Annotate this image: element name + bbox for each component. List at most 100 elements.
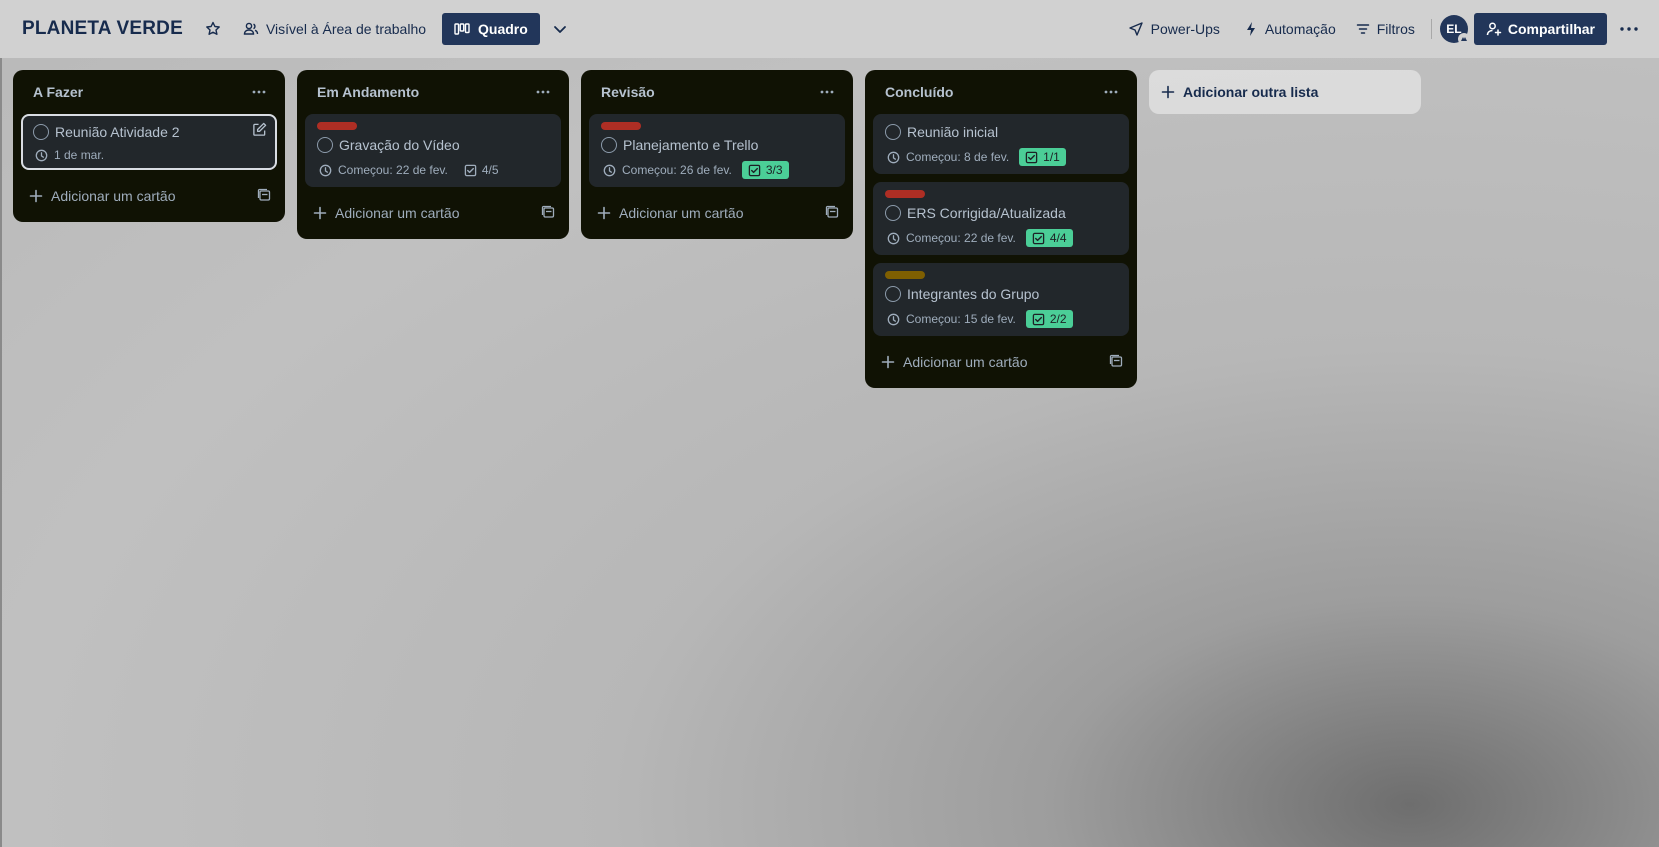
add-card-button[interactable]: Adicionar um cartão [873, 344, 1129, 380]
card-title-row: Gravação do Vídeo [317, 135, 549, 155]
list-menu-button[interactable] [245, 78, 273, 106]
list-menu-button[interactable] [1097, 78, 1125, 106]
list-title[interactable]: Em Andamento [317, 84, 419, 100]
card-badges: Começou: 15 de fev. 2/2 [885, 310, 1117, 328]
plus-icon [881, 355, 895, 369]
plus-icon [29, 189, 43, 203]
template-icon [825, 205, 839, 218]
header-divider [1430, 19, 1432, 39]
complete-toggle[interactable] [885, 286, 901, 302]
card-label[interactable] [601, 122, 641, 130]
edit-card-button[interactable] [252, 122, 267, 142]
card-label[interactable] [885, 190, 925, 198]
date-text: 1 de mar. [54, 148, 105, 162]
checklist-icon [464, 164, 477, 176]
checklist-text: 2/2 [1049, 312, 1067, 326]
share-label: Compartilhar [1507, 21, 1595, 37]
list-menu-button[interactable] [529, 78, 557, 106]
checklist-badge: 1/1 [1019, 148, 1066, 166]
complete-toggle[interactable] [885, 124, 901, 140]
view-switcher-button[interactable] [544, 13, 576, 45]
more-icon [536, 90, 550, 94]
card-title-row: ERS Corrigida/Atualizada [885, 203, 1117, 223]
card-badges: Começou: 26 de fev. 3/3 [601, 161, 833, 179]
complete-toggle[interactable] [601, 137, 617, 153]
add-card-button[interactable]: Adicionar um cartão [305, 195, 561, 231]
card-label[interactable] [317, 122, 357, 130]
card[interactable]: Reunião inicial Começou: 8 de fev. 1/1 [873, 114, 1129, 174]
card-title-row: Planejamento e Trello [601, 135, 833, 155]
board-title[interactable]: PLANETA VERDE [22, 18, 183, 40]
filter-icon [1356, 24, 1369, 34]
date-badge: Começou: 15 de fev. [887, 312, 1016, 326]
complete-toggle[interactable] [33, 124, 49, 140]
checklist-text: 3/3 [765, 163, 783, 177]
visibility-button[interactable]: Visível à Área de trabalho [235, 13, 434, 45]
list-header: Concluído [873, 70, 1129, 114]
add-list-label: Adicionar outra lista [1183, 84, 1319, 100]
add-card-label: Adicionar um cartão [335, 205, 460, 221]
member-avatar[interactable]: EL [1439, 15, 1470, 45]
template-icon [541, 205, 555, 218]
list-title[interactable]: Revisão [601, 84, 655, 100]
date-badge: Começou: 22 de fev. [887, 231, 1016, 245]
card-badges: Começou: 8 de fev. 1/1 [885, 148, 1117, 166]
chevron-down-icon [553, 26, 566, 33]
star-icon [206, 21, 220, 35]
list-menu-button[interactable] [813, 78, 841, 106]
template-icon [257, 188, 271, 201]
list-title[interactable]: A Fazer [33, 84, 83, 100]
complete-toggle[interactable] [885, 205, 901, 221]
star-button[interactable] [197, 13, 229, 45]
card[interactable]: Reunião Atividade 2 1 de mar. [21, 114, 277, 170]
share-button[interactable]: Compartilhar [1473, 13, 1607, 45]
powerups-button[interactable]: Power-Ups [1120, 13, 1228, 45]
create-from-template-button[interactable] [257, 188, 271, 205]
create-from-template-button[interactable] [1109, 354, 1123, 371]
canvas-edge [0, 58, 2, 847]
add-card-label: Adicionar um cartão [903, 354, 1028, 370]
date-badge: Começou: 8 de fev. [887, 150, 1009, 164]
checklist-badge: 4/5 [458, 161, 505, 179]
checklist-text: 4/4 [1049, 231, 1067, 245]
plus-icon [313, 206, 327, 220]
plus-icon [597, 206, 611, 220]
visibility-label: Visível à Área de trabalho [265, 21, 427, 37]
card-title-row: Reunião inicial [885, 122, 1117, 142]
add-card-button[interactable]: Adicionar um cartão [21, 178, 277, 214]
date-badge: Começou: 22 de fev. [319, 163, 448, 177]
checklist-badge: 2/2 [1025, 310, 1073, 328]
create-from-template-button[interactable] [541, 205, 555, 222]
board-menu-button[interactable] [1613, 13, 1645, 45]
date-badge: Começou: 26 de fev. [603, 163, 732, 177]
create-from-template-button[interactable] [825, 205, 839, 222]
card[interactable]: Integrantes do Grupo Começou: 15 de fev.… [873, 263, 1129, 336]
clock-icon [319, 164, 332, 176]
admin-badge-icon [1457, 33, 1470, 45]
card-label[interactable] [885, 271, 925, 279]
more-icon [1620, 27, 1638, 31]
more-icon [1104, 90, 1118, 94]
card-title: ERS Corrigida/Atualizada [907, 205, 1066, 221]
list-title[interactable]: Concluído [885, 84, 953, 100]
card-title: Planejamento e Trello [623, 137, 759, 153]
more-icon [252, 90, 266, 94]
card[interactable]: Planejamento e Trello Começou: 26 de fev… [589, 114, 845, 187]
clock-icon [887, 151, 900, 163]
automation-button[interactable]: Automação [1236, 13, 1344, 45]
card[interactable]: ERS Corrigida/Atualizada Começou: 22 de … [873, 182, 1129, 255]
filters-label: Filtros [1376, 21, 1415, 37]
powerups-label: Power-Ups [1150, 21, 1220, 37]
card[interactable]: Gravação do Vídeo Começou: 22 de fev. 4/… [305, 114, 561, 187]
complete-toggle[interactable] [317, 137, 333, 153]
view-board-button[interactable]: Quadro [442, 13, 540, 45]
add-card-button[interactable]: Adicionar um cartão [589, 195, 845, 231]
edit-icon [253, 122, 267, 136]
bolt-icon [1246, 22, 1255, 36]
add-list-button[interactable]: Adicionar outra lista [1149, 70, 1421, 114]
filters-button[interactable]: Filtros [1348, 13, 1423, 45]
date-badge: 1 de mar. [35, 148, 104, 162]
date-text: Começou: 26 de fev. [622, 163, 732, 177]
checklist-icon [748, 164, 761, 176]
list-header: A Fazer [21, 70, 277, 114]
